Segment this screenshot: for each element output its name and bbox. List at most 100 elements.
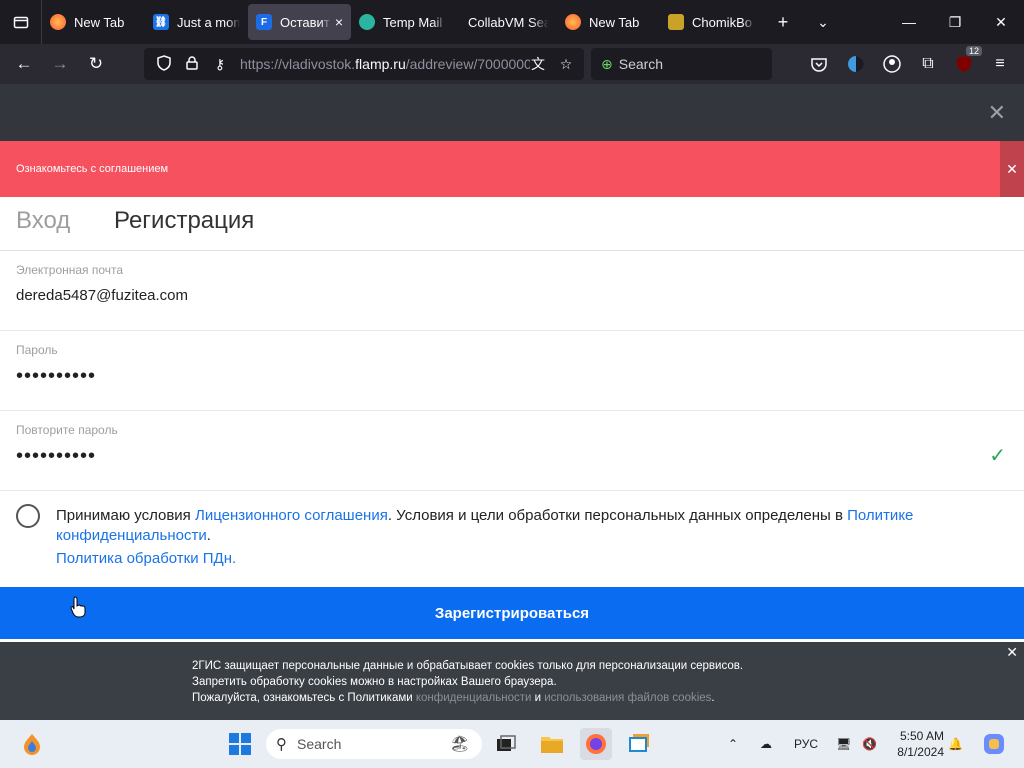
firefox-icon [50,14,66,30]
tab-title: CollabVM Sear [468,14,549,30]
email-input[interactable]: dereda5487@fuzitea.com [16,287,188,304]
tab-login[interactable]: Вход [16,207,70,235]
cookie-usage-link[interactable]: использования файлов cookies [544,692,711,704]
tab-title: Оставит [280,14,330,30]
taskbar-search[interactable]: ⚲ Search 🏖 [266,729,482,759]
agree-prefix: Принимаю условия [56,507,195,524]
cookie-line-3: Пожалуйста, ознакомьтесь с Политиками ко… [192,690,743,706]
pocket-icon[interactable] [803,48,835,80]
tab-collabvm[interactable]: CollabVM Sear [454,4,557,40]
reload-icon[interactable]: ↻ [78,48,114,80]
cookie-line-3-prefix: Пожалуйста, ознакомьтесь с Политиками [192,692,416,704]
password-input[interactable]: •••••••••• [16,365,96,388]
remote-desktop-icon[interactable] [624,728,656,760]
tab-just-a-moment[interactable]: ⛓ Just a mom [145,4,248,40]
bookmark-star-icon[interactable]: ☆ [552,56,580,73]
tab-title: New Tab [589,14,640,30]
close-window-icon[interactable]: ✕ [978,0,1024,44]
firefox-taskbar-icon[interactable] [580,728,612,760]
tab-title: ChomikBo [692,14,752,30]
vpn-extension-icon[interactable] [840,48,872,80]
cloud-sync-icon[interactable]: ☁ [760,720,772,768]
system-clock[interactable]: 5:50 AM 8/1/2024 [888,728,944,760]
close-alert-icon[interactable]: ✕ [1000,141,1024,197]
url-text[interactable]: https://vladivostok.flamp.ru/addreview/7… [240,56,530,72]
tab-register[interactable]: Регистрация [114,207,254,235]
back-arrow-icon[interactable]: ← [6,48,42,80]
tab-temp-mail[interactable]: Temp Mail [351,4,454,40]
link-icon: ⛓ [153,14,169,30]
task-view-icon[interactable] [490,728,522,760]
agree-radio[interactable] [16,504,40,528]
extension-badge: 12 [965,46,982,56]
password-field[interactable]: Пароль •••••••••• [0,331,1024,411]
tab-chomikbox[interactable]: ChomikBo [660,4,763,40]
key-permissions-icon[interactable]: ⚷ [206,56,234,73]
widgets-icon[interactable] [16,728,48,760]
license-agreement-link[interactable]: Лицензионного соглашения [195,507,388,524]
temp-mail-icon [359,14,375,30]
tab-title: Temp Mail [383,14,443,30]
search-bar[interactable]: ⊕ Search [591,48,772,80]
show-hidden-icons-chevron-up-icon[interactable]: ⌃ [728,720,738,768]
extensions-puzzle-icon[interactable]: ⧉ [912,48,944,80]
chomikbox-icon [668,14,684,30]
network-icon[interactable]: 🖥 [836,720,851,768]
file-explorer-icon[interactable] [536,728,568,760]
new-tab-plus-icon[interactable]: + [763,0,803,44]
pdn-policy-link[interactable]: Политика обработки ПДн. [56,550,236,567]
screen: New Tab ⛓ Just a mom F Оставит × Temp Ma… [0,0,1024,768]
repeat-password-field[interactable]: Повторите пароль •••••••••• ✓ [0,411,1024,491]
ublock-icon[interactable]: 12 [948,46,982,80]
email-field[interactable]: Электронная почта dereda5487@fuzitea.com [0,251,1024,331]
tab-new-tab-2[interactable]: New Tab [557,4,660,40]
flamp-icon: F [256,14,272,30]
url-domain: flamp.ru [355,56,406,72]
auth-tabs: Вход Регистрация [0,197,1024,251]
cookie-end: . [711,692,715,704]
cookie-privacy-link[interactable]: конфиденциальности [416,692,532,704]
search-highlight-icon: 🏖 [449,736,470,753]
register-button[interactable]: Зарегистрироваться [0,587,1024,639]
cookie-line-1: 2ГИС защищает персональные данные и обра… [192,660,744,672]
translate-icon[interactable]: 文 [524,54,552,74]
minimize-icon[interactable]: — [886,0,932,44]
clock-date: 8/1/2024 [897,745,944,759]
webpage: ✕ Ознакомьтесь с соглашением ✕ Вход Реги… [0,84,1024,720]
close-cookie-icon[interactable]: ✕ [1006,644,1018,661]
cookie-and: и [531,692,545,704]
hamburger-menu-icon[interactable]: ≡ [984,48,1016,80]
tab-new-tab-1[interactable]: New Tab [42,4,145,40]
forward-arrow-icon[interactable]: → [42,48,78,80]
tracking-shield-icon[interactable] [150,54,178,74]
tab-list-icon[interactable] [0,0,42,44]
hand-cursor-icon [70,596,86,623]
language-indicator[interactable]: РУС [794,720,818,768]
browser-tab-strip: New Tab ⛓ Just a mom F Оставит × Temp Ma… [0,0,1024,44]
clock-time: 5:50 AM [899,729,944,743]
url-bar[interactable]: ⚷ https://vladivostok.flamp.ru/addreview… [144,48,584,80]
lock-icon[interactable] [178,55,206,73]
tab-flamp-active[interactable]: F Оставит × [248,4,351,40]
repeat-password-input[interactable]: •••••••••• [16,445,96,468]
close-modal-icon[interactable]: ✕ [988,100,1006,126]
search-engine-icon: ⊕ [601,55,613,72]
agreement-text: Принимаю условия Лицензионного соглашени… [56,506,996,546]
tab-title: New Tab [74,14,125,30]
agree-middle: . Условия и цели обработки персональных … [387,507,848,524]
alert-text: Ознакомьтесь с соглашением [16,163,169,175]
cookie-text: 2ГИС защищает персональные данные и обра… [192,658,743,706]
copilot-icon[interactable] [978,728,1010,760]
checkmark-icon: ✓ [989,445,1006,467]
notification-bell-icon[interactable]: 🔔 [948,720,963,768]
repeat-password-label: Повторите пароль [16,423,118,437]
restore-icon[interactable]: ❐ [932,0,978,44]
start-windows-icon[interactable] [224,728,256,760]
firefox-icon [565,14,581,30]
volume-muted-icon[interactable]: 🔇 [862,720,877,768]
password-label: Пароль [16,343,58,357]
list-all-tabs-chevron-down-icon[interactable]: ⌄ [803,0,843,44]
close-tab-icon[interactable]: × [335,14,343,30]
account-icon[interactable] [876,48,908,80]
modal-header: ✕ [0,84,1024,141]
